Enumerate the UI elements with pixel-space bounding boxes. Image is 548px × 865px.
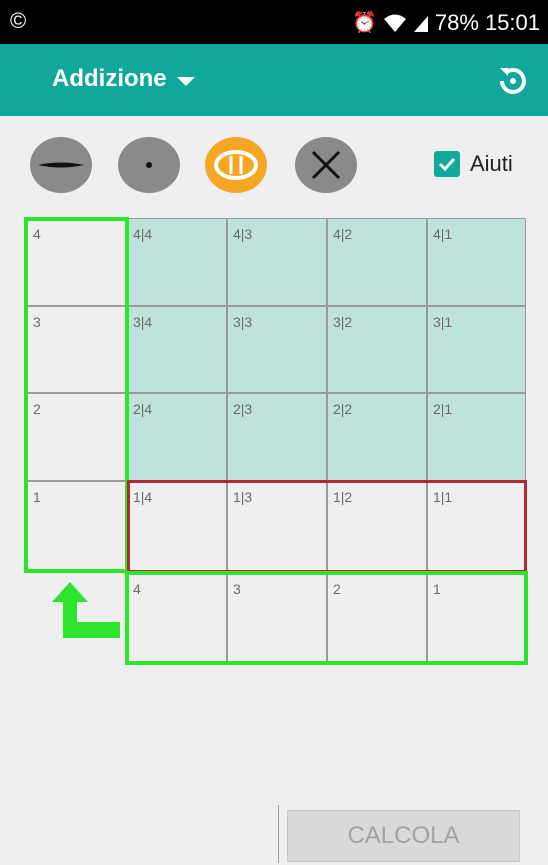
cell-value: 3|1 xyxy=(433,314,453,330)
row-label: 3 xyxy=(33,314,41,330)
grid-cell[interactable]: 1|4 xyxy=(127,481,227,571)
caret-down-icon xyxy=(176,76,195,86)
column-label: 2 xyxy=(333,581,341,597)
grid-cell[interactable]: 1|2 xyxy=(327,481,427,571)
battery-level: 78% xyxy=(434,10,479,35)
column-label-cell[interactable]: 2 xyxy=(327,573,427,663)
grid-cell[interactable]: 3|4 xyxy=(127,306,227,393)
grid-cell[interactable]: 3|2 xyxy=(327,306,427,393)
cell-value: 1|4 xyxy=(133,489,153,505)
grid-cell[interactable]: 4|4 xyxy=(127,218,227,306)
column-label-cell[interactable]: 3 xyxy=(227,573,327,663)
mode-selector: Aiuti xyxy=(0,137,548,197)
cell-value: 2|2 xyxy=(333,401,353,417)
hints-label: Aiuti xyxy=(470,151,513,176)
grid-cell[interactable]: 4|3 xyxy=(227,218,327,306)
grid-cell[interactable]: 2|4 xyxy=(127,393,227,481)
wifi-icon xyxy=(383,14,406,32)
cell-value: 2|1 xyxy=(433,401,453,417)
alarm-icon: ⏰ xyxy=(351,12,377,34)
cell-value: 4|1 xyxy=(433,226,453,242)
column-label: 3 xyxy=(233,581,241,597)
cell-value: 2|3 xyxy=(233,401,253,417)
checkmark-icon xyxy=(438,157,456,172)
cell-value: 1|2 xyxy=(333,489,353,505)
row-label-cell[interactable]: 3 xyxy=(27,306,127,393)
toolbar: Addizione xyxy=(0,44,548,116)
grid-cell[interactable]: 3|3 xyxy=(227,306,327,393)
cell-value: 4|3 xyxy=(233,226,253,242)
row-label-cell[interactable]: 1 xyxy=(27,481,127,571)
operation-title: Addizione xyxy=(52,65,167,92)
cell-value: 1|1 xyxy=(433,489,453,505)
dot-mode-button[interactable] xyxy=(118,137,180,193)
oval-mode-icon xyxy=(214,150,258,180)
signal-icon xyxy=(413,16,428,32)
hints-checkbox[interactable] xyxy=(434,151,460,177)
column-label: 4 xyxy=(133,581,141,597)
grid-cell[interactable]: 4|1 xyxy=(427,218,526,306)
line-mode-icon xyxy=(38,162,84,168)
calcola-button[interactable]: CALCOLA xyxy=(287,810,520,862)
row-label: 2 xyxy=(33,401,41,417)
hints-toggle[interactable]: Aiuti xyxy=(434,151,513,177)
grid-cell[interactable]: 2|2 xyxy=(327,393,427,481)
grid-cell[interactable]: 4|2 xyxy=(327,218,427,306)
cell-value: 4|4 xyxy=(133,226,153,242)
cell-value: 1|3 xyxy=(233,489,253,505)
oval-mode-button[interactable] xyxy=(205,137,267,193)
dot-mode-icon xyxy=(146,162,152,168)
cell-value: 3|3 xyxy=(233,314,253,330)
status-indicators: ⏰ 78% 15:01 xyxy=(352,10,540,36)
cell-value: 3|4 xyxy=(133,314,153,330)
row-label: 4 xyxy=(33,226,41,242)
arrow-up-left-icon xyxy=(52,582,120,638)
cross-mode-icon xyxy=(311,150,341,180)
grid-cell[interactable]: 2|3 xyxy=(227,393,327,481)
column-label: 1 xyxy=(433,581,441,597)
cell-value: 2|4 xyxy=(133,401,153,417)
line-mode-button[interactable] xyxy=(30,137,92,193)
clock: 15:01 xyxy=(484,10,540,35)
grid-cell[interactable]: 1|3 xyxy=(227,481,327,571)
refresh-icon[interactable] xyxy=(496,64,530,98)
row-label-cell[interactable]: 4 xyxy=(27,218,127,306)
grid-cell[interactable]: 3|1 xyxy=(427,306,526,393)
column-label-cell[interactable]: 4 xyxy=(127,573,227,663)
status-bar: © ⏰ 78% 15:01 xyxy=(0,0,548,44)
grid-cell[interactable]: 1|1 xyxy=(427,481,526,571)
cell-value: 3|2 xyxy=(333,314,353,330)
grid-cell[interactable]: 2|1 xyxy=(427,393,526,481)
row-label-cell[interactable]: 2 xyxy=(27,393,127,481)
column-label-cell[interactable]: 1 xyxy=(427,573,526,663)
cell-value: 4|2 xyxy=(333,226,353,242)
row-label: 1 xyxy=(33,489,41,505)
operation-dropdown[interactable]: Addizione xyxy=(52,65,195,93)
copyright-icon: © xyxy=(10,8,27,33)
cross-mode-button[interactable] xyxy=(295,137,357,193)
divider xyxy=(278,805,279,863)
